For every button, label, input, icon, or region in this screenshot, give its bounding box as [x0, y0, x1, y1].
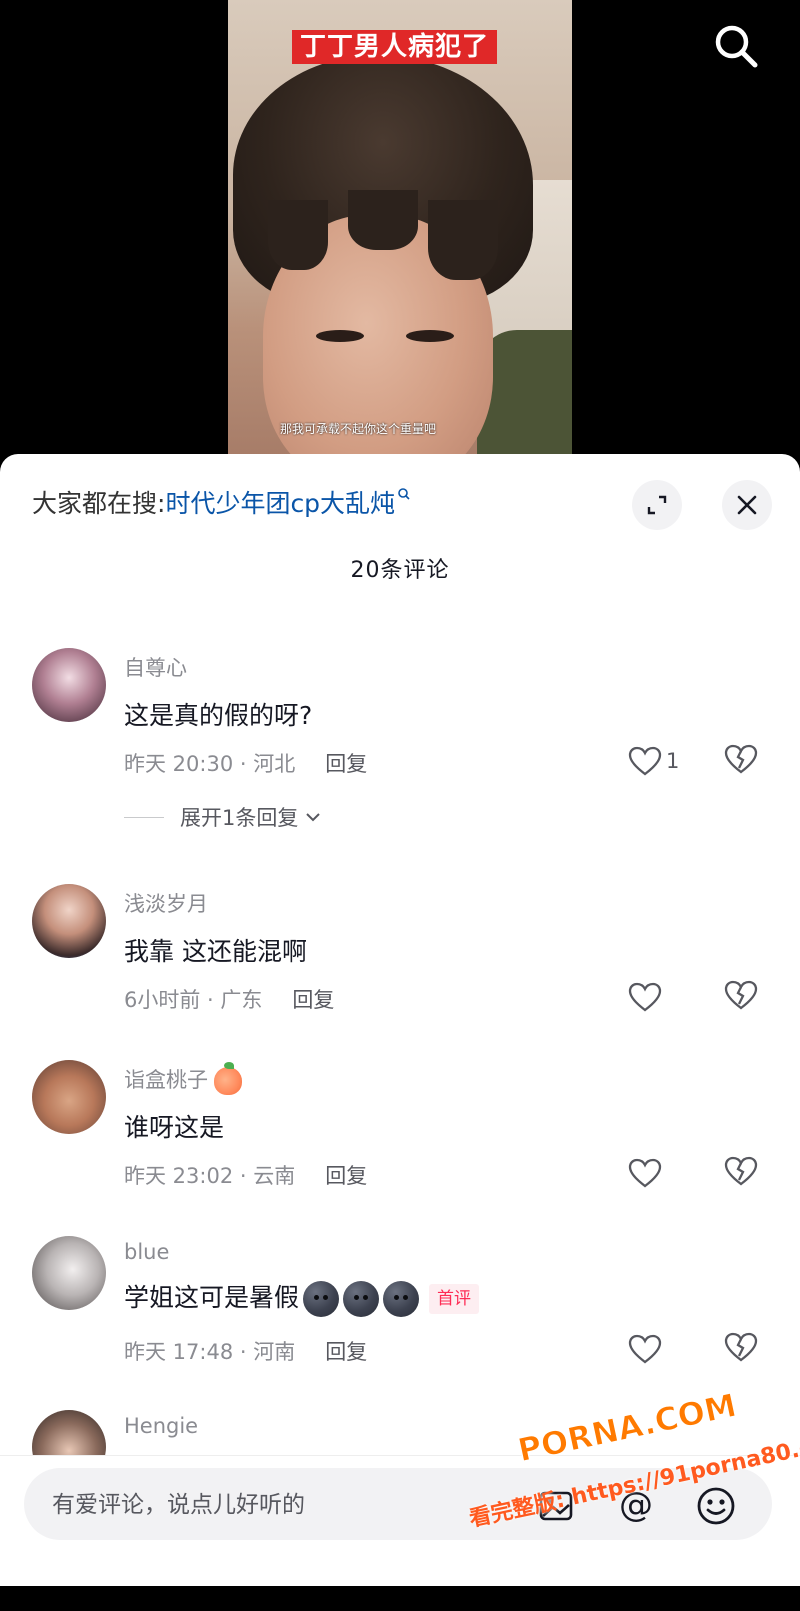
comment-time-location: 昨天 17:48 · 河南: [124, 1340, 296, 1364]
heart-icon: [628, 1334, 662, 1364]
smiley-icon: [697, 1487, 735, 1525]
video-player[interactable]: 丁丁男人病犯了 那我可承载不起你这个重量吧: [0, 0, 800, 470]
reply-button[interactable]: 回复: [325, 752, 367, 776]
video-person-eye: [316, 330, 364, 342]
fullscreen-button[interactable]: [632, 480, 682, 530]
dislike-button[interactable]: [724, 980, 758, 1014]
reply-button[interactable]: 回复: [325, 1340, 367, 1364]
comment-time-location: 昨天 20:30 · 河北: [124, 752, 296, 776]
like-button[interactable]: [628, 1156, 662, 1190]
video-person-eye: [406, 330, 454, 342]
mention-button[interactable]: @: [616, 1485, 656, 1526]
reply-button[interactable]: 回复: [292, 988, 334, 1012]
like-count: 1: [666, 749, 680, 773]
chevron-down-icon: [306, 813, 321, 822]
comment-meta: 昨天 17:48 · 河南 回复: [124, 1336, 367, 1366]
video-hair-bang: [348, 190, 418, 250]
avatar[interactable]: [32, 884, 106, 958]
peach-emoji-icon: [214, 1062, 242, 1095]
close-icon: [737, 495, 757, 515]
comment-time-location: 昨天 23:02 · 云南: [124, 1164, 296, 1188]
emoji-button[interactable]: [696, 1486, 736, 1526]
first-comment-badge: 首评: [429, 1284, 480, 1314]
dark-blob-emoji-icon: [303, 1281, 340, 1317]
comment-username[interactable]: 诣盒桃子: [124, 1062, 242, 1095]
broken-heart-icon: [724, 744, 758, 774]
comment-text: 我靠 这还能混啊: [124, 937, 307, 966]
heart-icon: [628, 746, 662, 776]
like-button[interactable]: 1: [628, 744, 679, 778]
comment-text-body: 学姐这可是暑假: [124, 1283, 300, 1312]
comment-username[interactable]: 自尊心: [124, 652, 187, 682]
like-button[interactable]: [628, 1332, 662, 1366]
hot-search-query[interactable]: 时代少年团cp大乱炖: [165, 489, 395, 518]
avatar[interactable]: [32, 1060, 106, 1134]
comment-input[interactable]: [50, 1468, 494, 1542]
dark-blob-emoji-icon: [383, 1281, 420, 1317]
comment-input-container[interactable]: @: [24, 1468, 772, 1542]
expand-replies-label: 展开1条回复: [180, 806, 299, 830]
heart-icon: [628, 1158, 662, 1188]
search-button[interactable]: [712, 22, 760, 70]
comment-text: 谁呀这是: [124, 1113, 225, 1142]
avatar[interactable]: [32, 648, 106, 722]
expand-replies-button[interactable]: 展开1条回复: [124, 802, 322, 832]
comment-username[interactable]: blue: [124, 1240, 169, 1264]
dislike-button[interactable]: [724, 744, 758, 778]
video-hair-bang: [268, 200, 328, 270]
expand-icon: [647, 495, 667, 515]
dislike-button[interactable]: [724, 1156, 758, 1190]
image-icon: [539, 1491, 573, 1521]
comment-username-text: 诣盒桃子: [124, 1068, 208, 1092]
video-subtitle: 那我可承载不起你这个重量吧: [280, 422, 437, 436]
video-frame[interactable]: [228, 0, 572, 470]
comment-text: 学姐这可是暑假 首评: [124, 1278, 480, 1317]
at-sign-icon: @: [619, 1485, 653, 1525]
dislike-button[interactable]: [724, 1332, 758, 1366]
close-button[interactable]: [722, 480, 772, 530]
comment-meta: 6小时前 · 广东 回复: [124, 984, 334, 1014]
comment-username[interactable]: Hengie: [124, 1414, 198, 1438]
hot-search-prefix: 大家都在搜:: [32, 489, 166, 518]
hot-search-bar[interactable]: 大家都在搜:时代少年团cp大乱炖: [32, 486, 411, 522]
comment-input-bar: @: [0, 1455, 800, 1586]
comment-time-location: 6小时前 · 广东: [124, 988, 263, 1012]
broken-heart-icon: [724, 1332, 758, 1362]
avatar[interactable]: [32, 1236, 106, 1310]
svg-text:@: @: [619, 1486, 653, 1525]
reply-button[interactable]: 回复: [325, 1164, 367, 1188]
dark-blob-emoji-icon: [343, 1281, 380, 1317]
comment-text: 这是真的假的呀?: [124, 701, 313, 730]
divider: [124, 816, 164, 818]
search-icon: [715, 25, 758, 68]
video-hair-bang: [428, 200, 498, 280]
broken-heart-icon: [724, 1156, 758, 1186]
comments-sheet: 大家都在搜:时代少年团cp大乱炖 20条评论 自尊心 这是真的假的呀? 昨天 2…: [0, 454, 800, 1585]
image-button[interactable]: [536, 1486, 576, 1526]
broken-heart-icon: [724, 980, 758, 1010]
comment-username[interactable]: 浅淡岁月: [124, 888, 208, 918]
comment-meta: 昨天 20:30 · 河北 回复: [124, 748, 367, 778]
comment-meta: 昨天 23:02 · 云南 回复: [124, 1160, 367, 1190]
video-title: 丁丁男人病犯了: [292, 30, 498, 64]
like-button[interactable]: [628, 980, 662, 1014]
comment-count: 20条评论: [350, 558, 450, 583]
heart-icon: [628, 982, 662, 1012]
search-icon: [398, 488, 410, 500]
